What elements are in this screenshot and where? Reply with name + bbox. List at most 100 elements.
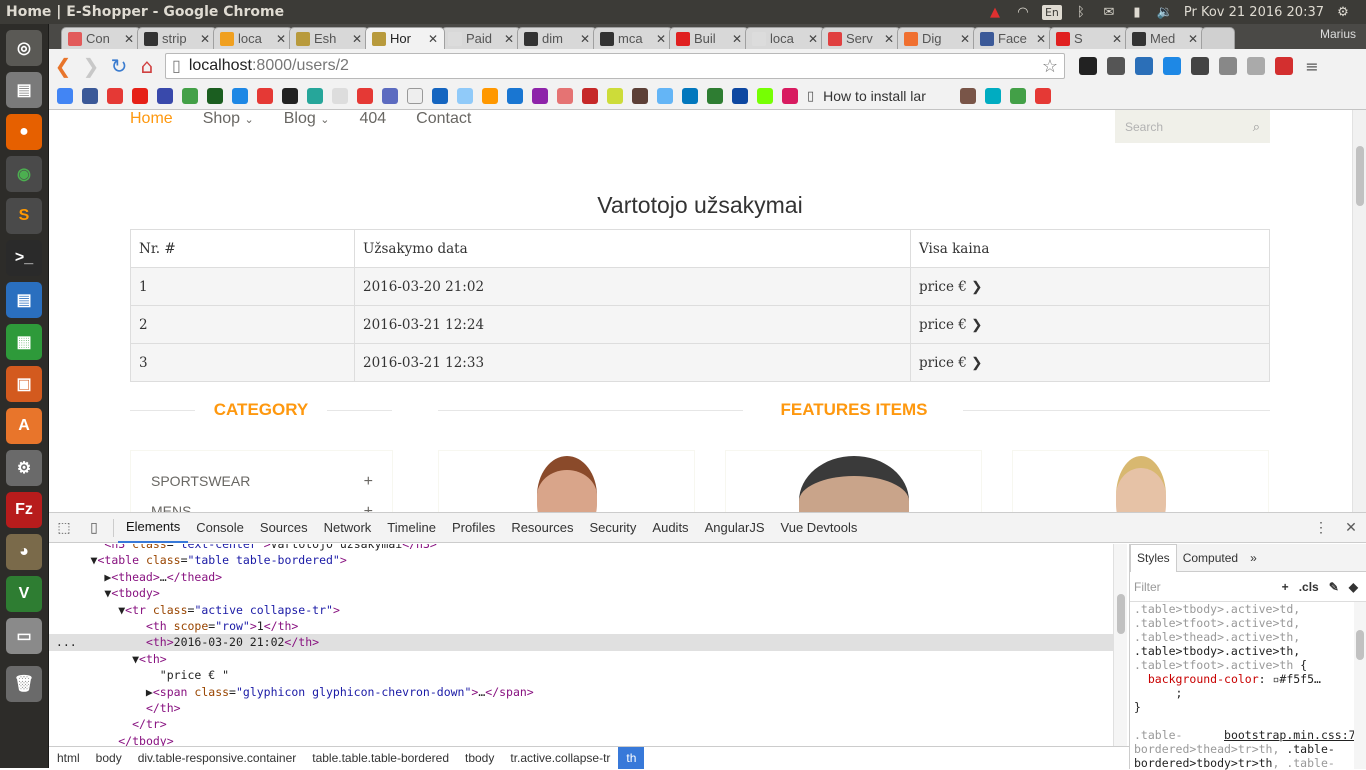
plus-icon[interactable]: +	[364, 503, 373, 512]
dom-scrollbar[interactable]	[1113, 544, 1127, 746]
device-mode-icon[interactable]: ▯	[79, 513, 109, 543]
extension-icon[interactable]	[1275, 57, 1293, 75]
power-gear-icon[interactable]: ⚙	[1334, 4, 1352, 20]
extension-icon[interactable]	[1163, 57, 1181, 75]
breadcrumb-item[interactable]: table.table.table-bordered	[304, 747, 457, 769]
extension-icon[interactable]	[1079, 57, 1097, 75]
tab-styles[interactable]: Styles	[1130, 543, 1177, 572]
close-tab-icon[interactable]: ✕	[124, 32, 134, 46]
bookmark-icon[interactable]	[960, 88, 977, 104]
tab-network[interactable]: Network	[316, 513, 380, 543]
scrollbar-thumb[interactable]	[1117, 594, 1125, 634]
bookmark-icon[interactable]	[282, 88, 298, 104]
close-tab-icon[interactable]: ✕	[884, 32, 894, 46]
browser-tab[interactable]: Face ✕	[973, 27, 1053, 49]
tab-sources[interactable]: Sources	[252, 513, 316, 543]
browser-tab[interactable]: Buil ✕	[669, 27, 749, 49]
tab-timeline[interactable]: Timeline	[379, 513, 444, 543]
ubuntu-dash-icon[interactable]: ◎	[6, 30, 42, 66]
category-item-mens[interactable]: MENS +	[151, 503, 373, 512]
mail-icon[interactable]: ✉	[1100, 4, 1118, 20]
browser-tab[interactable]: Dig ✕	[897, 27, 977, 49]
bookmark-icon[interactable]	[707, 88, 723, 104]
bookmark-icon[interactable]	[382, 88, 398, 104]
breadcrumb-item[interactable]: body	[88, 747, 130, 769]
bookmark-icon[interactable]	[107, 88, 123, 104]
plus-icon[interactable]: +	[364, 473, 373, 491]
bookmark-icon[interactable]	[457, 88, 473, 104]
warning-icon[interactable]: ▲	[986, 4, 1004, 20]
extension-icon[interactable]	[1191, 57, 1209, 75]
css-rules[interactable]: .table>tbody>.active>td, .table>tfoot>.a…	[1130, 602, 1366, 770]
bookmark-icon[interactable]	[682, 88, 698, 104]
bookmark-icon[interactable]	[257, 88, 273, 104]
dom-node[interactable]: </th>	[49, 700, 1113, 716]
product-card[interactable]	[438, 450, 695, 512]
browser-tab[interactable]: Con ✕	[61, 27, 141, 49]
tab-computed[interactable]: Computed	[1177, 544, 1244, 572]
search-icon[interactable]: ⌕	[1253, 119, 1260, 135]
close-tab-icon[interactable]: ✕	[352, 32, 362, 46]
close-tab-icon[interactable]: ✕	[1036, 32, 1046, 46]
bookmark-icon[interactable]	[582, 88, 598, 104]
close-tab-icon[interactable]: ✕	[428, 32, 438, 46]
tab-angularjs[interactable]: AngularJS	[697, 513, 773, 543]
color-format-icon[interactable]: ◆	[1349, 580, 1358, 594]
close-tab-icon[interactable]: ✕	[960, 32, 970, 46]
chrome-icon[interactable]: ◉	[6, 156, 42, 192]
trash-icon[interactable]: 🗑	[6, 666, 42, 702]
clock[interactable]: Pr Kov 21 2016 20:37	[1184, 5, 1324, 20]
stylesheet-link[interactable]: bootstrap.min.css:7	[1224, 728, 1356, 742]
dom-node[interactable]: ▼<tr class="active collapse-tr">	[49, 602, 1113, 618]
styles-filter-input[interactable]: Filter + .cls ✎ ◆	[1130, 572, 1366, 602]
category-item-sportswear[interactable]: SPORTSWEAR +	[151, 473, 373, 491]
tab-elements[interactable]: Elements	[118, 513, 189, 543]
browser-tab[interactable]: Esh ✕	[289, 27, 369, 49]
nav-home[interactable]: Home	[130, 110, 173, 128]
drive-icon[interactable]: ▭	[6, 618, 42, 654]
menu-icon[interactable]: ≡	[1303, 57, 1321, 76]
battery-icon[interactable]: ▮	[1128, 4, 1146, 20]
table-row[interactable]: 2 2016-03-21 12:24 price € ❯	[130, 305, 1270, 344]
dom-node[interactable]: ▼<th>	[49, 651, 1113, 667]
close-tab-icon[interactable]: ✕	[656, 32, 666, 46]
inspect-element-icon[interactable]: ⬚	[49, 513, 79, 543]
bookmark-youtube-icon[interactable]	[132, 88, 148, 104]
nav-blog[interactable]: Blog ⌄	[284, 110, 330, 128]
bookmark-icon[interactable]	[1035, 88, 1052, 104]
dom-node[interactable]: "price € "	[49, 667, 1113, 683]
back-button[interactable]: ❮	[49, 52, 77, 80]
product-card[interactable]	[725, 450, 982, 512]
table-row[interactable]: 3 2016-03-21 12:33 price € ❯	[130, 343, 1270, 382]
keyboard-layout-indicator[interactable]: En	[1041, 4, 1062, 20]
bluetooth-icon[interactable]: ᛒ	[1072, 4, 1090, 20]
scrollbar-thumb[interactable]	[1356, 630, 1364, 660]
dom-node[interactable]: ▼<table class="table table-bordered">	[49, 552, 1113, 568]
dom-node[interactable]: ▶<thead>…</thead>	[49, 569, 1113, 585]
bookmark-icon[interactable]	[732, 88, 748, 104]
software-center-icon[interactable]: A	[6, 408, 42, 444]
breadcrumb-item[interactable]: html	[49, 747, 88, 769]
tab-console[interactable]: Console	[188, 513, 252, 543]
writer-icon[interactable]: ▤	[6, 282, 42, 318]
extension-icon[interactable]	[1219, 57, 1237, 75]
bookmark-icon[interactable]	[657, 88, 673, 104]
close-tab-icon[interactable]: ✕	[580, 32, 590, 46]
vim-icon[interactable]: V	[6, 576, 42, 612]
files-icon[interactable]: ▤	[6, 72, 42, 108]
bookmark-icon[interactable]	[1010, 88, 1027, 104]
bookmark-icon[interactable]	[507, 88, 523, 104]
nav-shop[interactable]: Shop ⌄	[203, 110, 254, 128]
cls-button[interactable]: .cls	[1299, 580, 1319, 594]
dom-node[interactable]: ▶<span class="glyphicon glyphicon-chevro…	[49, 684, 1113, 700]
dom-node[interactable]: ▼<tbody>	[49, 585, 1113, 601]
gimp-icon[interactable]: ◕	[6, 534, 42, 570]
bookmark-how-to-install[interactable]: How to install lar	[823, 88, 951, 104]
browser-tab[interactable]: S ✕	[1049, 27, 1129, 49]
bookmark-google-icon[interactable]	[57, 88, 73, 104]
bookmark-icon[interactable]	[782, 88, 798, 104]
table-row[interactable]: 1 2016-03-20 21:02 price € ❯	[130, 267, 1270, 306]
bookmark-icon[interactable]	[182, 88, 198, 104]
bookmark-icon[interactable]	[232, 88, 248, 104]
close-tab-icon[interactable]: ✕	[808, 32, 818, 46]
